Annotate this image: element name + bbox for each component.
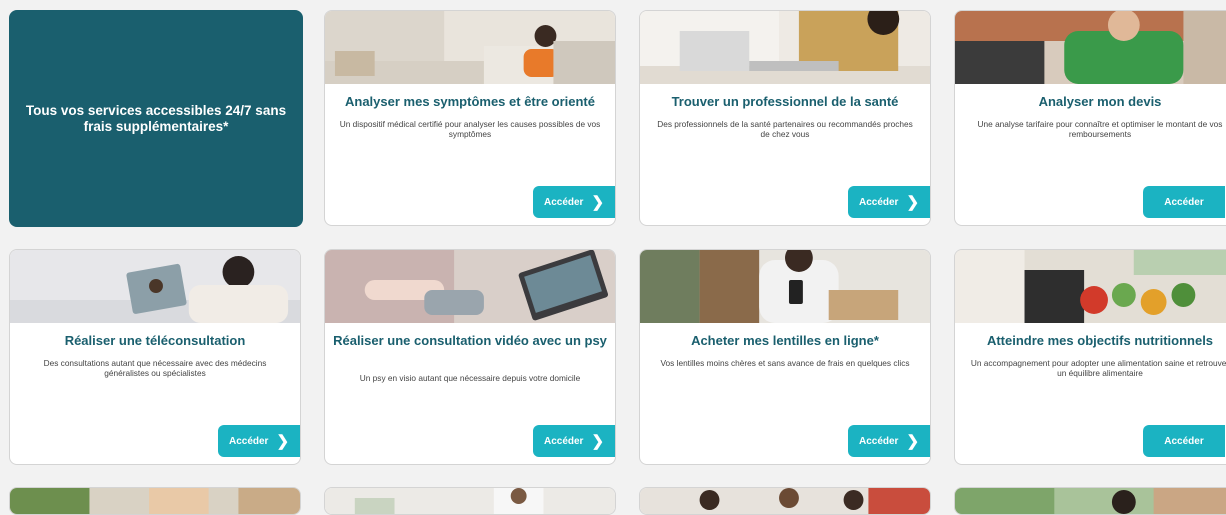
vegetables-kitchen-photo bbox=[955, 250, 1226, 323]
card-description: Un psy en visio autant que nécessaire de… bbox=[359, 373, 581, 383]
service-card-symptoms[interactable]: Analyser mes symptômes et être orienté U… bbox=[324, 10, 616, 226]
chevron-right-icon: ❯ bbox=[906, 432, 920, 450]
card-title: Réaliser une consultation vidéo avec un … bbox=[333, 333, 607, 348]
service-card-row3-3[interactable] bbox=[639, 487, 931, 515]
access-label: Accéder bbox=[858, 435, 899, 447]
tablet-video-call-photo bbox=[10, 250, 300, 323]
card-title: Trouver un professionnel de la santé bbox=[671, 94, 899, 109]
service-card-lenses[interactable]: Acheter mes lentilles en ligne* Vos lent… bbox=[639, 249, 931, 465]
service-card-nutrition[interactable]: Atteindre mes objectifs nutritionnels Un… bbox=[954, 249, 1226, 465]
access-label: Accéder bbox=[543, 196, 584, 208]
card-description: Des professionnels de la santé partenair… bbox=[657, 119, 913, 139]
service-card-psy[interactable]: Réaliser une consultation vidéo avec un … bbox=[324, 249, 616, 465]
service-card-teleconsultation[interactable]: Réaliser une téléconsultation Des consul… bbox=[9, 249, 301, 465]
service-card-row3-4[interactable] bbox=[954, 487, 1226, 515]
card-title: Analyser mes symptômes et être orienté bbox=[345, 94, 595, 109]
chevron-right-icon: ❯ bbox=[276, 432, 290, 450]
access-label: Accéder bbox=[543, 435, 584, 447]
card-description: Un accompagnement pour adopter une alime… bbox=[970, 358, 1226, 378]
card-description: Un dispositif médical certifié pour anal… bbox=[339, 119, 601, 139]
woman-on-sofa-photo bbox=[325, 11, 615, 84]
woman-green-sweater-photo bbox=[955, 11, 1226, 84]
card-description: Vos lentilles moins chères et sans avanc… bbox=[660, 358, 910, 368]
access-label: Accéder bbox=[858, 196, 899, 208]
service-card-quote[interactable]: Analyser mon devis Une analyse tarifaire… bbox=[954, 10, 1226, 226]
card-title: Acheter mes lentilles en ligne* bbox=[691, 333, 879, 348]
access-button[interactable]: Accéder ❯ bbox=[848, 425, 930, 457]
access-button[interactable]: Accéder bbox=[1143, 425, 1225, 457]
chevron-right-icon: ❯ bbox=[591, 432, 605, 450]
phone-shopping-photo bbox=[640, 250, 930, 323]
card-description: Une analyse tarifaire pour connaître et … bbox=[977, 119, 1223, 139]
access-button[interactable]: Accéder ❯ bbox=[218, 425, 300, 457]
plants-person-photo bbox=[10, 488, 300, 514]
access-label: Accéder bbox=[1164, 196, 1204, 208]
service-card-row3-2[interactable] bbox=[324, 487, 616, 515]
laptop-desk-photo bbox=[640, 11, 930, 84]
access-label: Accéder bbox=[1164, 435, 1204, 447]
group-people-photo bbox=[640, 488, 930, 514]
woman-glasses-photo bbox=[955, 488, 1226, 514]
access-button[interactable]: Accéder ❯ bbox=[533, 186, 615, 218]
laptop-on-bed-photo bbox=[325, 250, 615, 323]
access-button[interactable]: Accéder bbox=[1143, 186, 1225, 218]
hero-text: Tous vos services accessibles 24/7 sans … bbox=[25, 102, 287, 134]
access-label: Accéder bbox=[228, 435, 269, 447]
service-card-professional[interactable]: Trouver un professionnel de la santé Des… bbox=[639, 10, 931, 226]
services-hero: Tous vos services accessibles 24/7 sans … bbox=[9, 10, 303, 227]
card-description: Des consultations autant que nécessaire … bbox=[43, 358, 267, 378]
card-title: Atteindre mes objectifs nutritionnels bbox=[986, 333, 1214, 348]
access-button[interactable]: Accéder ❯ bbox=[533, 425, 615, 457]
card-title: Réaliser une téléconsultation bbox=[64, 333, 246, 348]
chevron-right-icon: ❯ bbox=[906, 193, 920, 211]
card-title: Analyser mon devis bbox=[1038, 94, 1162, 109]
chevron-right-icon: ❯ bbox=[591, 193, 605, 211]
service-card-row3-1[interactable] bbox=[9, 487, 301, 515]
doctor-office-photo bbox=[325, 488, 615, 514]
access-button[interactable]: Accéder ❯ bbox=[848, 186, 930, 218]
